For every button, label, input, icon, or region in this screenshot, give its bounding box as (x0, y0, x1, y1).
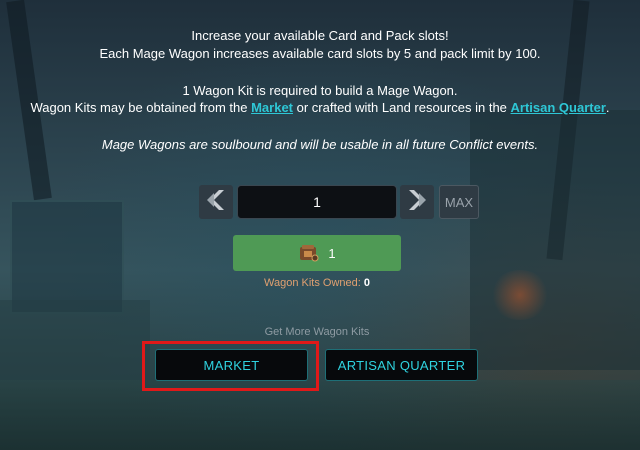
info-line-4-suffix: . (605, 100, 610, 115)
wagon-kits-owned: Wagon Kits Owned: 0 (0, 277, 634, 289)
wagon-kits-owned-label: Wagon Kits Owned: (264, 277, 364, 289)
info-line-3: 1 Wagon Kit is required to build a Mage … (182, 83, 458, 98)
wagon-kit-cost-value: 1 (328, 245, 336, 261)
get-more-label: Get More Wagon Kits (264, 326, 370, 338)
artisan-quarter-link[interactable]: Artisan Quarter (511, 100, 606, 115)
info-line-2: Each Mage Wagon increases available card… (99, 46, 541, 61)
market-link[interactable]: Market (251, 100, 293, 115)
market-button[interactable]: MARKET (155, 349, 308, 381)
info-line-4: Wagon Kits may be obtained from the Mark… (0, 99, 640, 116)
info-line-5: Mage Wagons are soulbound and will be us… (101, 137, 539, 152)
artisan-quarter-button[interactable]: ARTISAN QUARTER (325, 349, 478, 381)
chevron-right-icon (406, 188, 428, 217)
increase-quantity-button[interactable] (400, 185, 434, 219)
info-line-4-prefix: Wagon Kits may be obtained from the (30, 100, 252, 115)
quantity-input[interactable] (237, 185, 397, 219)
chevron-left-icon (205, 188, 227, 217)
info-line-1: Increase your available Card and Pack sl… (191, 28, 449, 43)
info-line-4-middle: or crafted with Land resources in the (293, 100, 511, 115)
max-quantity-button[interactable]: MAX (439, 185, 479, 219)
wagon-kits-owned-count: 0 (363, 277, 370, 289)
wagon-kit-icon (298, 243, 320, 263)
wagon-kit-cost: 1 (233, 235, 401, 271)
decrease-quantity-button[interactable] (199, 185, 233, 219)
mage-wagon-panel: Increase your available Card and Pack sl… (0, 0, 640, 450)
